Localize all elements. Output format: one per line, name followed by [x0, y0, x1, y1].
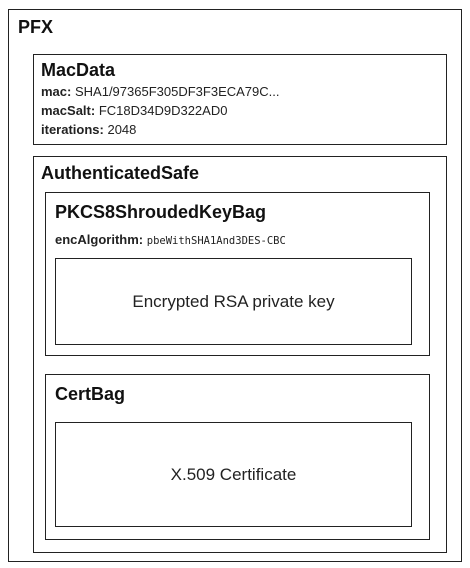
macdata-title: MacData: [41, 60, 116, 80]
enc-algorithm-row: encAlgorithm: pbeWithSHA1And3DES-CBC: [55, 232, 286, 247]
keybag-title: PKCS8ShroudedKeyBag: [55, 202, 267, 222]
macsalt-value: FC18D34D9D322AD0: [98, 103, 228, 118]
enc-algorithm-label: encAlgorithm:: [55, 232, 144, 247]
mac-label: mac:: [41, 84, 72, 99]
enc-algorithm-value: pbeWithSHA1And3DES-CBC: [146, 235, 286, 247]
iterations-value: 2048: [107, 122, 137, 137]
certificate-label: X.509 Certificate: [170, 464, 297, 484]
encrypted-key-label: Encrypted RSA private key: [132, 291, 335, 311]
certificate-box: X.509 Certificate: [55, 422, 412, 527]
mac-value: SHA1/97365F305DF3F3ECA79C...: [74, 84, 280, 99]
pfx-title: PFX: [18, 17, 54, 37]
iterations-row: iterations: 2048: [41, 122, 136, 137]
macsalt-label: macSalt:: [41, 103, 96, 118]
macsalt-row: macSalt: FC18D34D9D322AD0: [41, 103, 227, 118]
mac-row: mac: SHA1/97365F305DF3F3ECA79C...: [41, 84, 279, 99]
iterations-label: iterations:: [41, 122, 104, 137]
encrypted-key-box: Encrypted RSA private key: [55, 258, 412, 345]
certbag-title: CertBag: [55, 384, 126, 404]
authenticated-safe-title: AuthenticatedSafe: [41, 163, 200, 183]
